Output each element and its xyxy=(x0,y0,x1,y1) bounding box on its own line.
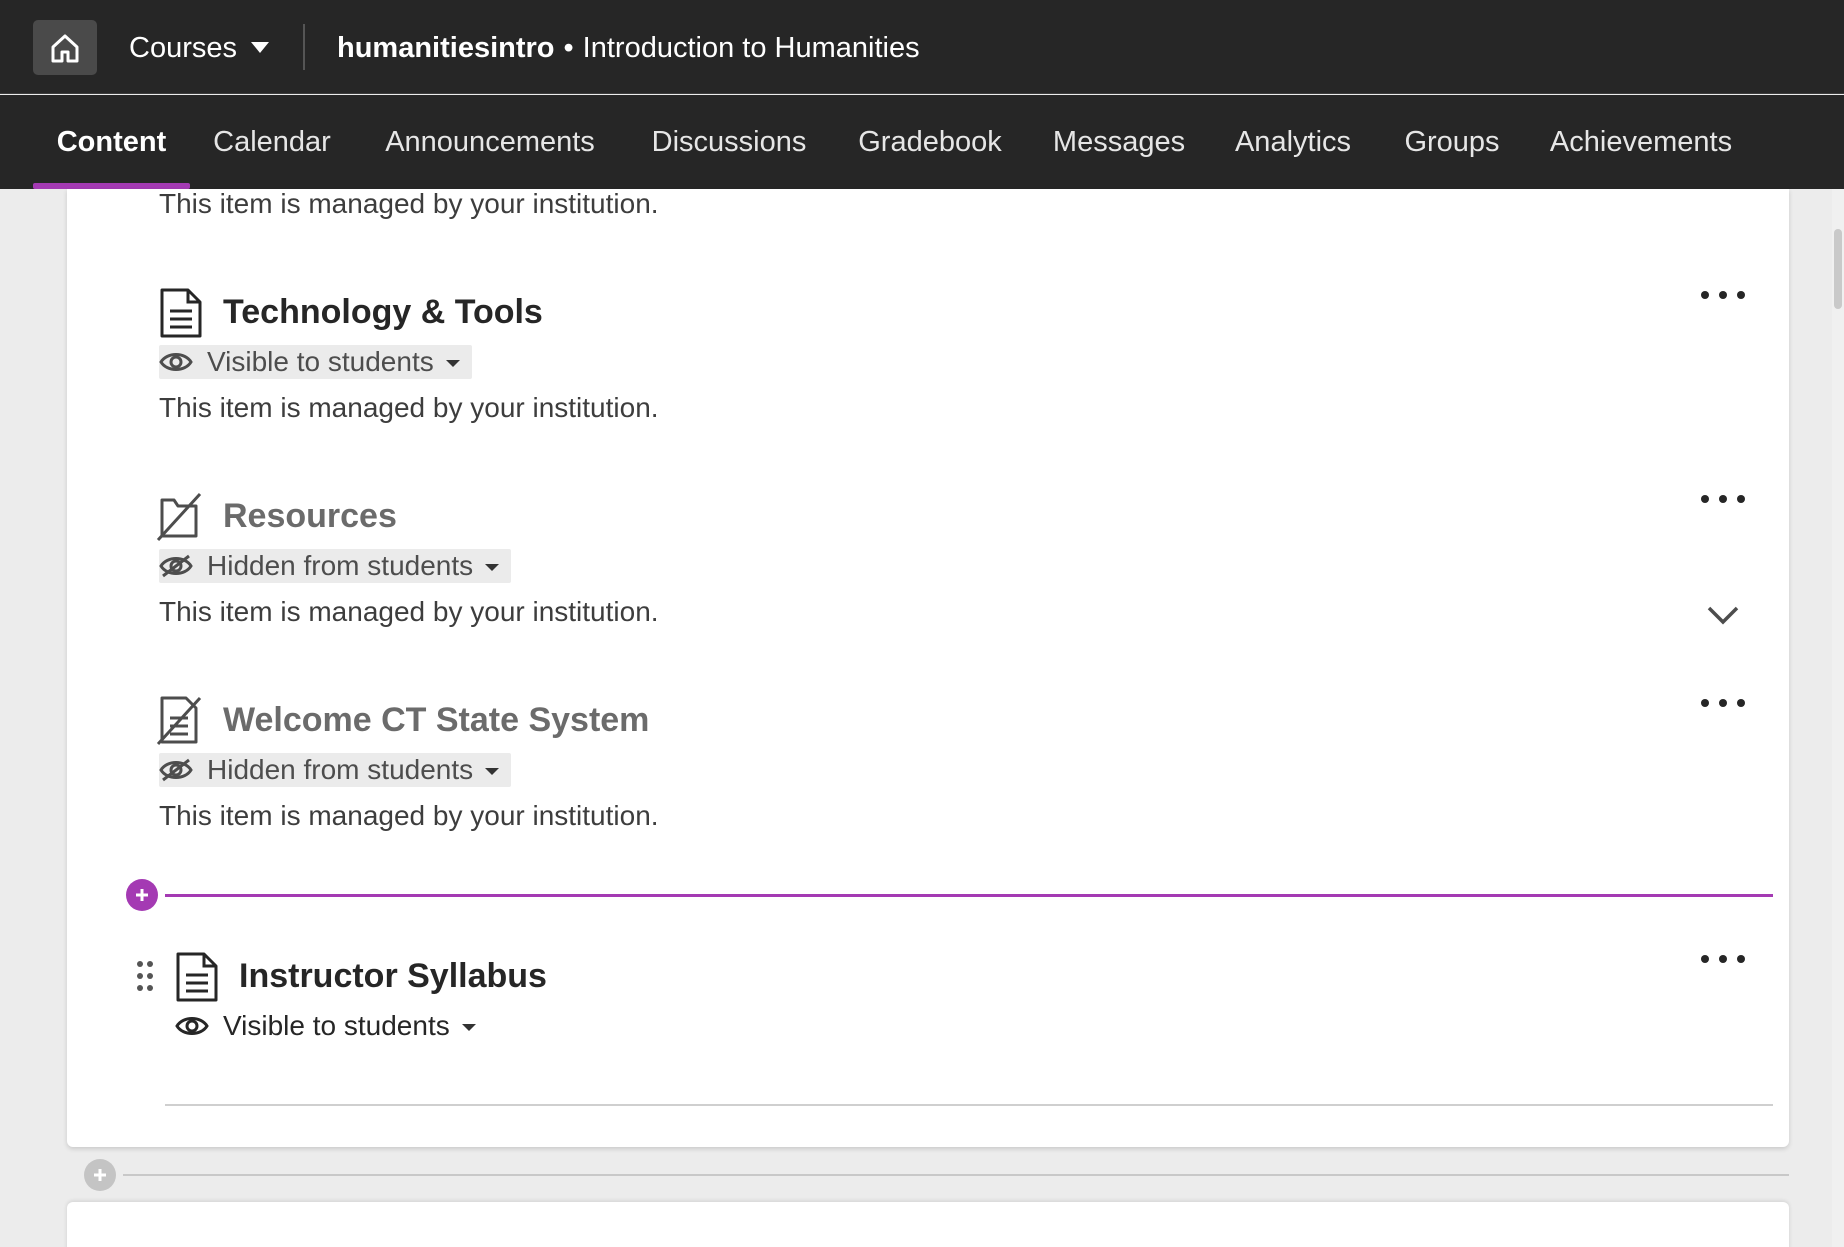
home-icon xyxy=(51,34,79,62)
eye-icon xyxy=(175,1017,209,1035)
title-separator: • xyxy=(563,31,574,64)
add-content-button[interactable] xyxy=(126,879,158,911)
visibility-dropdown[interactable]: Visible to students xyxy=(175,1009,488,1043)
folder-hidden-icon xyxy=(156,492,202,542)
tab-achievements[interactable]: Achievements xyxy=(1542,95,1740,189)
eye-slash-icon xyxy=(159,554,193,578)
more-dot xyxy=(1701,955,1709,963)
course-title: humanitiesintro • Introduction to Humani… xyxy=(337,26,920,70)
caret-down-icon xyxy=(485,564,500,571)
more-dot xyxy=(1737,495,1745,503)
more-dot xyxy=(1737,291,1745,299)
plus-icon xyxy=(136,889,148,901)
plus-icon xyxy=(94,1169,106,1181)
drag-handle-icon[interactable] xyxy=(135,960,155,992)
tab-content[interactable]: Content xyxy=(33,95,190,189)
tab-analytics[interactable]: Analytics xyxy=(1226,95,1360,189)
more-options-button[interactable] xyxy=(1701,688,1745,718)
item-title-technology-tools[interactable]: Technology & Tools xyxy=(223,293,543,332)
visibility-dropdown[interactable]: Hidden from students xyxy=(159,753,512,787)
tab-discussions[interactable]: Discussions xyxy=(640,95,818,189)
managed-note: This item is managed by your institution… xyxy=(159,800,659,831)
document-icon xyxy=(160,288,202,338)
item-title-welcome-ct-state[interactable]: Welcome CT State System xyxy=(223,701,649,740)
caret-down-icon xyxy=(445,360,460,367)
tab-calendar[interactable]: Calendar xyxy=(203,95,341,189)
course-nav: Content Calendar Announcements Discussio… xyxy=(0,95,1844,189)
add-section-line xyxy=(123,1174,1789,1176)
more-dot xyxy=(1701,291,1709,299)
caret-down-icon xyxy=(485,768,500,775)
more-dot xyxy=(1737,955,1745,963)
tab-messages[interactable]: Messages xyxy=(1048,95,1190,189)
visibility-label: Visible to students xyxy=(223,1010,450,1041)
course-code: humanitiesintro xyxy=(337,31,555,64)
eye-slash-icon xyxy=(159,758,193,782)
caret-down-icon xyxy=(461,1024,476,1031)
top-bar: Courses humanitiesintro • Introduction t… xyxy=(0,0,1844,94)
next-content-panel xyxy=(67,1202,1789,1247)
more-dot xyxy=(1737,699,1745,707)
visibility-dropdown[interactable]: Visible to students xyxy=(159,345,472,379)
chevron-down-icon[interactable] xyxy=(1705,598,1741,634)
tab-groups[interactable]: Groups xyxy=(1397,95,1507,189)
visibility-label: Visible to students xyxy=(207,346,434,377)
add-section-button[interactable] xyxy=(84,1159,116,1191)
caret-down-icon xyxy=(251,42,269,53)
item-title-instructor-syllabus[interactable]: Instructor Syllabus xyxy=(239,957,547,996)
tab-announcements[interactable]: Announcements xyxy=(372,95,608,189)
item-title-resources[interactable]: Resources xyxy=(223,497,397,536)
more-dot xyxy=(1719,291,1727,299)
eye-icon xyxy=(159,353,193,371)
courses-menu[interactable]: Courses xyxy=(129,26,269,70)
managed-note: This item is managed by your institution… xyxy=(159,596,659,627)
content-panel xyxy=(67,189,1789,1147)
add-content-line xyxy=(165,894,1773,897)
more-options-button[interactable] xyxy=(1701,484,1745,514)
managed-note: This item is managed by your institution… xyxy=(159,188,659,219)
managed-note: This item is managed by your institution… xyxy=(159,392,659,423)
document-icon xyxy=(176,952,218,1002)
courses-label: Courses xyxy=(129,31,237,64)
visibility-dropdown[interactable]: Hidden from students xyxy=(159,549,512,583)
course-name: Introduction to Humanities xyxy=(582,31,920,64)
more-dot xyxy=(1719,495,1727,503)
more-dot xyxy=(1719,699,1727,707)
item-divider xyxy=(165,1104,1773,1106)
visibility-label: Hidden from students xyxy=(207,550,474,581)
more-dot xyxy=(1719,955,1727,963)
scrollbar[interactable] xyxy=(1832,189,1844,1247)
visibility-label: Hidden from students xyxy=(207,754,474,785)
document-hidden-icon xyxy=(156,696,202,746)
home-button[interactable] xyxy=(33,20,97,75)
more-options-button[interactable] xyxy=(1701,280,1745,310)
more-options-button[interactable] xyxy=(1701,944,1745,974)
header-divider xyxy=(303,24,305,70)
more-dot xyxy=(1701,699,1709,707)
more-dot xyxy=(1701,495,1709,503)
tab-gradebook[interactable]: Gradebook xyxy=(850,95,1010,189)
